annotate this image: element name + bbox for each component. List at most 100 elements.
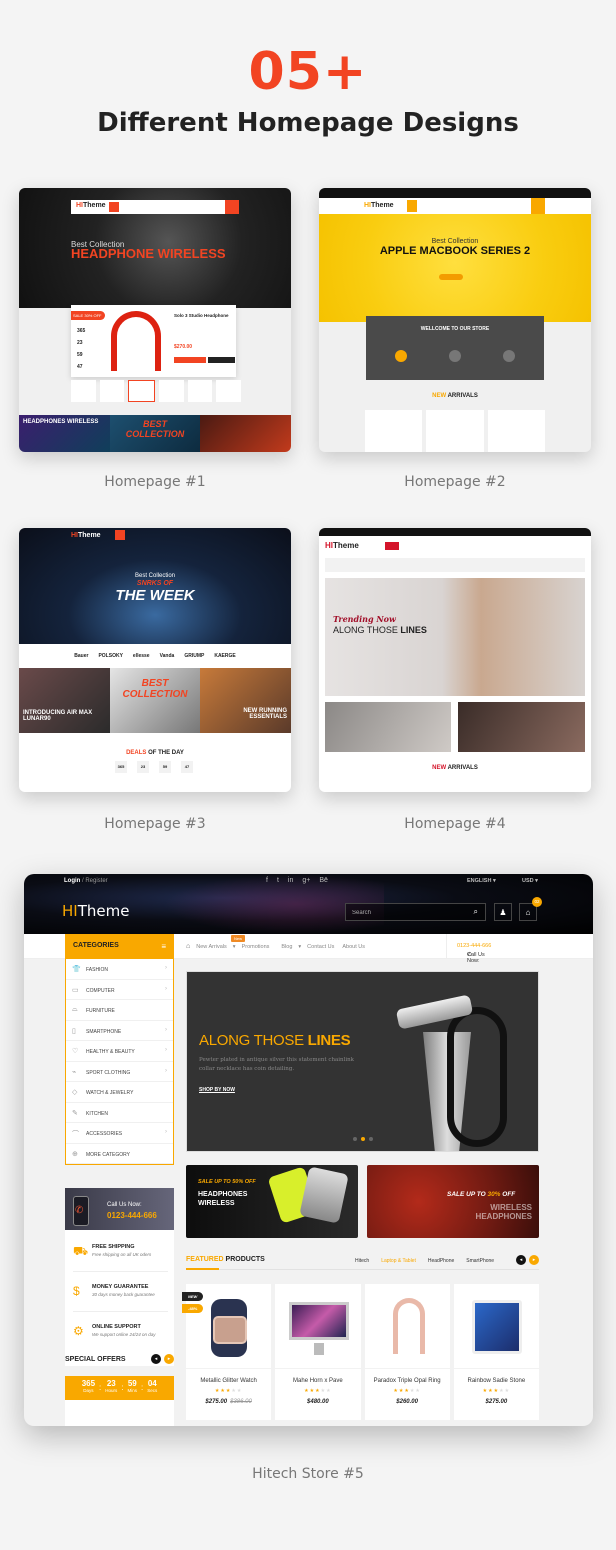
chevron-right-icon: ›	[165, 985, 167, 992]
promo-banner-headphones[interactable]: SALE UP TO 50% OFF HEADPHONES WIRELESS	[186, 1165, 358, 1238]
search-input[interactable]	[352, 907, 462, 919]
product-name[interactable]: Mahe Horn x Pave	[275, 1378, 360, 1384]
plus-circle-icon: ⊕	[72, 1150, 78, 1158]
category-item[interactable]: ⊕ MORE CATEGORY	[66, 1144, 173, 1164]
category-item[interactable]: ✎ KITCHEN	[66, 1103, 173, 1123]
menu-item-new-arrivals[interactable]: New Arrivals	[196, 944, 227, 950]
product-name[interactable]: Paradox Triple Opal Ring	[365, 1378, 450, 1384]
category-item[interactable]: ◇ WATCH & JEWELRY	[66, 1082, 173, 1103]
welcome-panel: WELLCOME TO OUR STORE	[366, 316, 544, 380]
facebook-icon[interactable]: f	[266, 877, 268, 884]
promo-banner-wireless[interactable]: SALE UP TO 30% OFF WIRELESS HEADPHONES	[367, 1165, 539, 1238]
topbar	[319, 188, 591, 198]
category-item[interactable]: 👕 FASHION ›	[66, 959, 173, 980]
category-item[interactable]: ⌓ FURNITURE	[66, 1000, 173, 1021]
homepage-4-preview[interactable]: HITheme Trending Now ALONG THOSE LINES N…	[319, 528, 591, 792]
language-select[interactable]: ENGLISH ▾	[467, 878, 496, 884]
star-icon: ★	[415, 1388, 421, 1394]
banner-title: HEADPHONES WIRELESS	[198, 1191, 248, 1207]
logo: HITheme	[76, 202, 106, 209]
product-card[interactable]: Paradox Triple Opal Ring ★★★★★ $260.00	[364, 1284, 450, 1420]
topbar	[319, 528, 591, 536]
category-item[interactable]: ⌁ SPORT CLOTHING ›	[66, 1062, 173, 1082]
featured-tab[interactable]: HeadPhone	[428, 1258, 454, 1264]
product-card[interactable]: NEW -48% Metallic Glitter Watch ★★★★★ $2…	[182, 1284, 272, 1420]
product-card[interactable]: Rainbow Sadie Stone ★★★★★ $275.00	[453, 1284, 539, 1420]
shop-now-button	[439, 274, 463, 280]
chevron-right-icon: ›	[165, 965, 167, 971]
menu-icon: ≡	[161, 942, 166, 951]
slider-dot[interactable]	[369, 1137, 373, 1141]
service-title: ONLINE SUPPORT	[92, 1324, 141, 1330]
linkedin-icon[interactable]: in	[288, 877, 293, 884]
category-label: HEALTHY & BEAUTY	[86, 1049, 135, 1055]
googleplus-icon[interactable]: g+	[302, 877, 310, 884]
twitter-icon[interactable]: t	[277, 877, 279, 884]
hero-subtitle: Best Collection	[134, 573, 176, 579]
user-icon[interactable]: ♟	[494, 903, 512, 921]
service-subtitle: We support online 24/24 on day	[92, 1332, 156, 1337]
product-image[interactable]	[275, 1284, 361, 1369]
hitech-store-5-preview[interactable]: Login / Register f t in g+ Bē ENGLISH ▾ …	[24, 874, 593, 1426]
menu-item-contact-us[interactable]: Contact Us	[307, 944, 334, 950]
category-label: KITCHEN	[86, 1110, 108, 1117]
cart-icon	[531, 198, 545, 214]
hero-banner	[325, 578, 585, 696]
product-name[interactable]: Metallic Glitter Watch	[186, 1378, 271, 1384]
slider-description: Pewter plated in antique silver this sta…	[199, 1057, 354, 1072]
category-label: SPORT CLOTHING	[86, 1069, 131, 1076]
next-arrow-icon[interactable]: ▸	[529, 1255, 539, 1265]
category-label: ACCESSORIES	[86, 1131, 123, 1137]
slider-dots	[353, 1137, 373, 1141]
category-label: COMPUTER	[86, 987, 115, 994]
chevron-right-icon: ›	[165, 1047, 167, 1053]
next-arrow-icon[interactable]: ▸	[164, 1354, 174, 1364]
category-item[interactable]: ▭ COMPUTER ›	[66, 980, 173, 1000]
category-item[interactable]: ⌒ ACCESSORIES ›	[66, 1123, 173, 1144]
nav-home	[407, 200, 417, 212]
service-item: $ MONEY GUARANTEE 30 days money back gua…	[73, 1276, 168, 1312]
prev-arrow-icon[interactable]: ◂	[516, 1255, 526, 1265]
cart-icon[interactable]: ⌂ 02	[519, 897, 542, 921]
menu-item-about-us[interactable]: About Us	[342, 944, 365, 950]
featured-tab[interactable]: SmartPhone	[466, 1258, 494, 1264]
thumbnail-strip	[71, 380, 242, 402]
home-icon[interactable]: ⌂	[186, 943, 190, 950]
category-item[interactable]: ▯ SMARTPHONE ›	[66, 1021, 173, 1041]
discount-badge: -48%	[182, 1304, 204, 1313]
homepage-3-preview[interactable]: HITheme Best Collection SNRKS OF THE WEE…	[19, 528, 291, 792]
search-icon[interactable]: ⌕	[474, 907, 478, 917]
shop-now-link[interactable]: SHOP BY NOW	[199, 1087, 235, 1093]
add-to-cart-button	[174, 357, 206, 363]
product-image[interactable]	[364, 1284, 450, 1369]
category-item[interactable]: ♡ HEALTHY & BEAUTY ›	[66, 1041, 173, 1062]
slider-dot[interactable]	[353, 1137, 357, 1141]
banner-sale-text: SALE UP TO 50% OFF	[198, 1179, 256, 1185]
main-menu: ⌂ New Arrivals ▾ Promotions Blog ▾ Contact…	[186, 943, 366, 950]
behance-icon[interactable]: Bē	[319, 877, 328, 884]
product-card[interactable]: Mahe Horn x Pave ★★★★★ $480.00	[275, 1284, 361, 1420]
product-rating: ★★★★★	[186, 1388, 271, 1394]
homepage-1-preview[interactable]: HITheme Best Collection HEADPHONE WIRELE…	[19, 188, 291, 452]
service-item: ⛟ FREE SHIPPING Free shipping on all UK …	[73, 1236, 168, 1272]
menu-item-promotions[interactable]: Promotions	[242, 944, 270, 950]
homepage-2-preview[interactable]: HITheme Best Collection APPLE MACBOOK SE…	[319, 188, 591, 452]
product-image[interactable]	[453, 1284, 539, 1369]
service-title: MONEY GUARANTEE	[92, 1284, 149, 1290]
product-name[interactable]: Rainbow Sadie Stone	[454, 1378, 539, 1384]
section-title: NEW ARRIVALS	[432, 765, 478, 771]
currency-select[interactable]: USD ▾	[522, 878, 538, 884]
countdown-unit: 23 Hours	[105, 1379, 118, 1393]
cart-count-badge: 02	[532, 897, 542, 907]
logo[interactable]: HITheme	[62, 902, 129, 920]
laptop-icon: ▭	[72, 986, 79, 994]
featured-tab[interactable]: Hitech	[355, 1258, 369, 1264]
categories-header[interactable]: CATEGORIES ≡	[65, 934, 174, 959]
login-register-link[interactable]: Login / Register	[64, 878, 108, 884]
menu-item-blog[interactable]: Blog	[281, 944, 292, 950]
featured-tab[interactable]: Laptop & Tablet	[381, 1258, 416, 1264]
slider-dot[interactable]	[361, 1137, 365, 1141]
prev-arrow-icon[interactable]: ◂	[151, 1354, 161, 1364]
main-navbar: CATEGORIES ≡ ⌂ New Arrivals ▾ Promotions …	[24, 934, 593, 964]
promo-banner	[325, 702, 451, 752]
